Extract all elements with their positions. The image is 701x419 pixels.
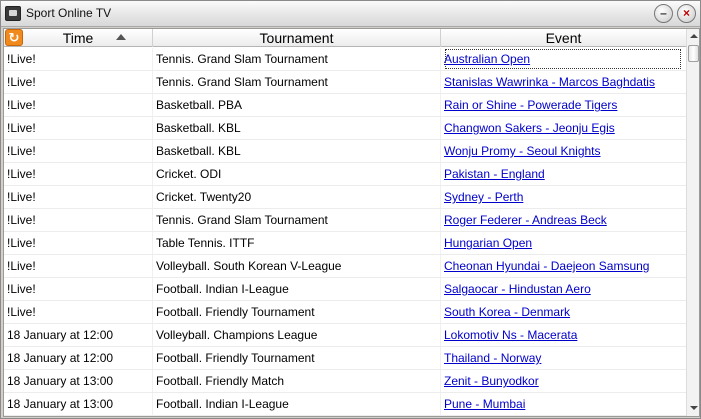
refresh-icon[interactable]: ↻ — [5, 29, 23, 46]
row-event-link[interactable]: Stanislas Wawrinka - Marcos Baghdatis — [444, 71, 682, 93]
row-time-cell: !Live! — [7, 117, 153, 139]
row-tournament-cell: Football. Friendly Tournament — [156, 347, 441, 369]
row-event-link[interactable]: Pakistan - England — [444, 163, 682, 185]
tv-icon — [5, 6, 21, 21]
scroll-down-icon[interactable] — [687, 402, 699, 414]
table-row[interactable]: 18 January at 13:00 Football. Friendly Ma… — [4, 370, 686, 393]
scroll-up-icon[interactable] — [687, 31, 699, 43]
events-grid: Time Tournament Event ↻ !Live! Tennis. Gr… — [3, 28, 700, 417]
row-time-cell: !Live! — [7, 209, 153, 231]
scrollbar-thumb[interactable] — [688, 45, 699, 62]
minimize-button[interactable]: – — [654, 4, 673, 23]
table-row[interactable]: !Live! Football. Indian I-League Salgaocar… — [4, 278, 686, 301]
row-event-link[interactable]: Changwon Sakers - Jeonju Egis — [444, 117, 682, 139]
row-time-cell: !Live! — [7, 71, 153, 93]
row-event-link[interactable]: Zenit - Bunyodkor — [444, 370, 682, 392]
column-header-time-label: Time — [62, 30, 94, 46]
row-time-cell: !Live! — [7, 232, 153, 254]
row-time-cell: !Live! — [7, 94, 153, 116]
row-event-link[interactable]: Rain or Shine - Powerade Tigers — [444, 94, 682, 116]
app-window: Sport Online TV – × Time Tournament Even… — [0, 0, 701, 419]
table-row[interactable]: !Live! Table Tennis. ITTF Hungarian Open — [4, 232, 686, 255]
table-row[interactable]: !Live! Basketball. PBA Rain or Shine - Pow… — [4, 94, 686, 117]
column-header-event[interactable]: Event — [441, 29, 686, 47]
row-tournament-cell: Cricket. Twenty20 — [156, 186, 441, 208]
title-bar[interactable]: Sport Online TV – × — [1, 1, 700, 27]
row-tournament-cell: Tennis. Grand Slam Tournament — [156, 48, 441, 70]
table-row[interactable]: !Live! Tennis. Grand Slam Tournament Stani… — [4, 71, 686, 94]
row-event-link[interactable]: Lokomotiv Ns - Macerata — [444, 324, 682, 346]
row-event-link[interactable]: Australian Open — [444, 48, 682, 70]
row-tournament-cell: Basketball. KBL — [156, 140, 441, 162]
row-time-cell: !Live! — [7, 278, 153, 300]
row-event-link[interactable]: South Korea - Denmark — [444, 301, 682, 323]
row-time-cell: !Live! — [7, 186, 153, 208]
row-time-cell: 18 January at 12:00 — [7, 347, 153, 369]
grid-rows: !Live! Tennis. Grand Slam Tournament Austr… — [4, 48, 686, 416]
row-tournament-cell: Volleyball. South Korean V-League — [156, 255, 441, 277]
sort-ascending-icon — [116, 34, 126, 40]
row-time-cell: 18 January at 13:00 — [7, 370, 153, 392]
row-tournament-cell: Table Tennis. ITTF — [156, 232, 441, 254]
table-row[interactable]: !Live! Volleyball. South Korean V-League C… — [4, 255, 686, 278]
close-button[interactable]: × — [677, 4, 696, 23]
row-event-link[interactable]: Sydney - Perth — [444, 186, 682, 208]
row-event-link[interactable]: Cheonan Hyundai - Daejeon Samsung — [444, 255, 682, 277]
row-event-link[interactable]: Pune - Mumbai — [444, 393, 682, 415]
table-row[interactable]: !Live! Tennis. Grand Slam Tournament Austr… — [4, 48, 686, 71]
table-row[interactable]: 18 January at 13:00 Football. Indian I-Le… — [4, 393, 686, 416]
table-row[interactable]: !Live! Cricket. Twenty20 Sydney - Perth — [4, 186, 686, 209]
row-tournament-cell: Football. Friendly Tournament — [156, 301, 441, 323]
table-row[interactable]: 18 January at 12:00 Football. Friendly To… — [4, 347, 686, 370]
row-event-link[interactable]: Hungarian Open — [444, 232, 682, 254]
row-tournament-cell: Tennis. Grand Slam Tournament — [156, 209, 441, 231]
window-title: Sport Online TV — [26, 6, 112, 20]
column-header-time[interactable]: Time — [4, 29, 153, 47]
row-tournament-cell: Tennis. Grand Slam Tournament — [156, 71, 441, 93]
table-row[interactable]: 18 January at 12:00 Volleyball. Champions… — [4, 324, 686, 347]
row-event-link[interactable]: Wonju Promy - Seoul Knights — [444, 140, 682, 162]
vertical-scrollbar[interactable] — [686, 29, 699, 416]
row-event-link[interactable]: Roger Federer - Andreas Beck — [444, 209, 682, 231]
table-row[interactable]: !Live! Tennis. Grand Slam Tournament Roger… — [4, 209, 686, 232]
table-row[interactable]: !Live! Cricket. ODI Pakistan - England — [4, 163, 686, 186]
table-row[interactable]: !Live! Basketball. KBL Wonju Promy - Seoul… — [4, 140, 686, 163]
row-tournament-cell: Basketball. KBL — [156, 117, 441, 139]
grid-header: Time Tournament Event ↻ — [4, 29, 686, 47]
row-time-cell: !Live! — [7, 301, 153, 323]
row-tournament-cell: Basketball. PBA — [156, 94, 441, 116]
row-tournament-cell: Football. Indian I-League — [156, 278, 441, 300]
row-time-cell: !Live! — [7, 255, 153, 277]
column-header-tournament[interactable]: Tournament — [153, 29, 441, 47]
table-row[interactable]: !Live! Football. Friendly Tournament South… — [4, 301, 686, 324]
row-event-link[interactable]: Salgaocar - Hindustan Aero — [444, 278, 682, 300]
row-time-cell: !Live! — [7, 163, 153, 185]
row-tournament-cell: Volleyball. Champions League — [156, 324, 441, 346]
table-row[interactable]: !Live! Basketball. KBL Changwon Sakers - J… — [4, 117, 686, 140]
row-tournament-cell: Football. Friendly Match — [156, 370, 441, 392]
row-tournament-cell: Cricket. ODI — [156, 163, 441, 185]
row-time-cell: 18 January at 13:00 — [7, 393, 153, 415]
row-time-cell: !Live! — [7, 140, 153, 162]
row-time-cell: !Live! — [7, 48, 153, 70]
row-time-cell: 18 January at 12:00 — [7, 324, 153, 346]
row-event-link[interactable]: Thailand - Norway — [444, 347, 682, 369]
row-tournament-cell: Football. Indian I-League — [156, 393, 441, 415]
